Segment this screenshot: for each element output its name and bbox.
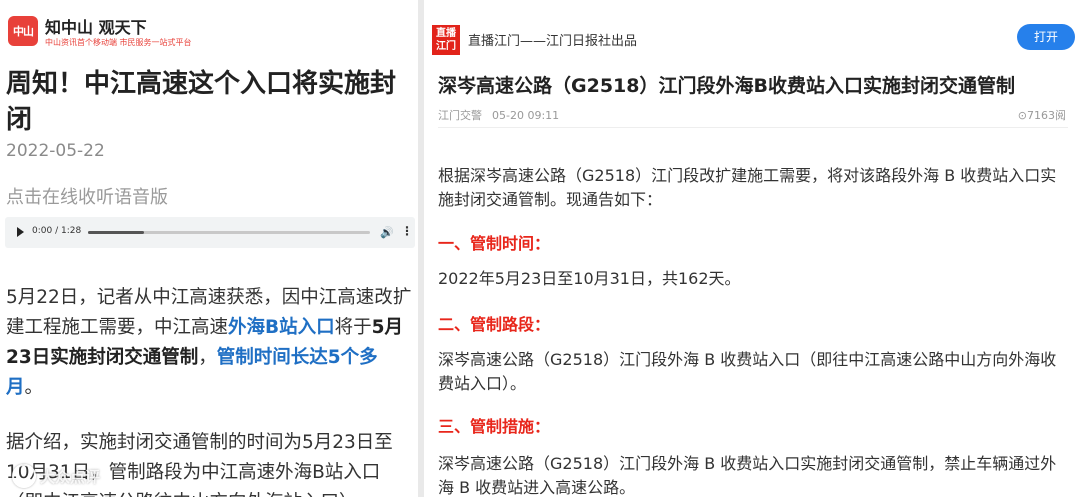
article-paragraph-1: 5月22日，记者从中江高速获悉，因中江高速改扩建工程施工需要，中江高速外海B站入… [6,283,414,403]
logo-text-top: 直播 [436,28,456,39]
notice-meta: 江门交警 05-20 09:11 [438,107,559,123]
para1-text: 。 [24,377,44,398]
brand-name: 知中山 观天下 [45,18,147,37]
para1-highlight-entrance: 外海B站入口 [228,317,335,338]
brand-slogan: 中山资讯首个移动端 市民服务一站式平台 [45,38,192,47]
article-date: 2022-05-22 [6,141,105,161]
section-heading-measures: 三、管制措施： [438,417,551,436]
open-app-button[interactable]: 打开 [1017,24,1075,50]
section-heading-road: 二、管制路段： [438,315,551,334]
section-body-time: 2022年5月23日至10月31日，共162天。 [438,269,741,288]
source-label: 直播江门——江门日报社出品 [468,34,638,49]
watermark: 大众点评 [12,464,100,488]
left-header: 中山 知中山 观天下 中山资讯首个移动端 市民服务一站式平台 [0,0,416,60]
right-header: 直播江门 直播江门——江门日报社出品 打开 [424,0,1080,62]
audio-player[interactable]: 0:00 / 1:28 🔊 ⋮ [5,217,415,248]
publish-time: 05-20 09:11 [492,109,560,122]
article-title: 周知！中江高速这个入口将实施封闭 [6,69,397,135]
audio-progress-track[interactable] [88,231,370,234]
logo-text-bottom: 江门 [436,41,456,52]
para1-text: 将于 [334,317,372,338]
volume-icon[interactable]: 🔊 [380,226,394,239]
more-options-icon[interactable]: ⋮ [401,224,413,238]
left-article-panel: 中山 知中山 观天下 中山资讯首个移动端 市民服务一站式平台 周知！中江高速这个… [0,0,416,497]
notice-title: 深岑高速公路（G2518）江门段外海B收费站入口实施封闭交通管制 [438,75,1015,97]
section-heading-time: 一、管制时间： [438,234,551,253]
section-body-road: 深岑高速公路（G2518）江门段外海 B 收费站入口（即往中江高速公路中山方向外… [438,350,1057,393]
listen-audio-link[interactable]: 点击在线收听语音版 [6,183,168,209]
zhongshan-app-logo[interactable]: 中山 [8,16,38,46]
jiangmen-live-logo[interactable]: 直播 江门 [432,25,460,55]
dianping-logo-icon [12,464,36,488]
para1-text: ， [198,347,217,368]
header-separator [438,127,1068,128]
audio-progress-fill [88,231,145,234]
notice-intro: 根据深岑高速公路（G2518）江门段改扩建施工需要，将对该路段外海 B 收费站入… [438,166,1057,209]
right-article-panel: 直播江门 直播江门——江门日报社出品 打开 深岑高速公路（G2518）江门段外海… [424,0,1080,497]
play-icon[interactable] [17,227,24,237]
audio-time: 0:00 / 1:28 [32,226,82,236]
view-count: ⊙7163阅 [1017,109,1066,122]
author[interactable]: 江门交警 [438,109,482,122]
section-body-measures: 深岑高速公路（G2518）江门段外海 B 收费站入口实施封闭交通管制，禁止车辆通… [438,454,1057,497]
watermark-text: 大众点评 [40,467,101,486]
